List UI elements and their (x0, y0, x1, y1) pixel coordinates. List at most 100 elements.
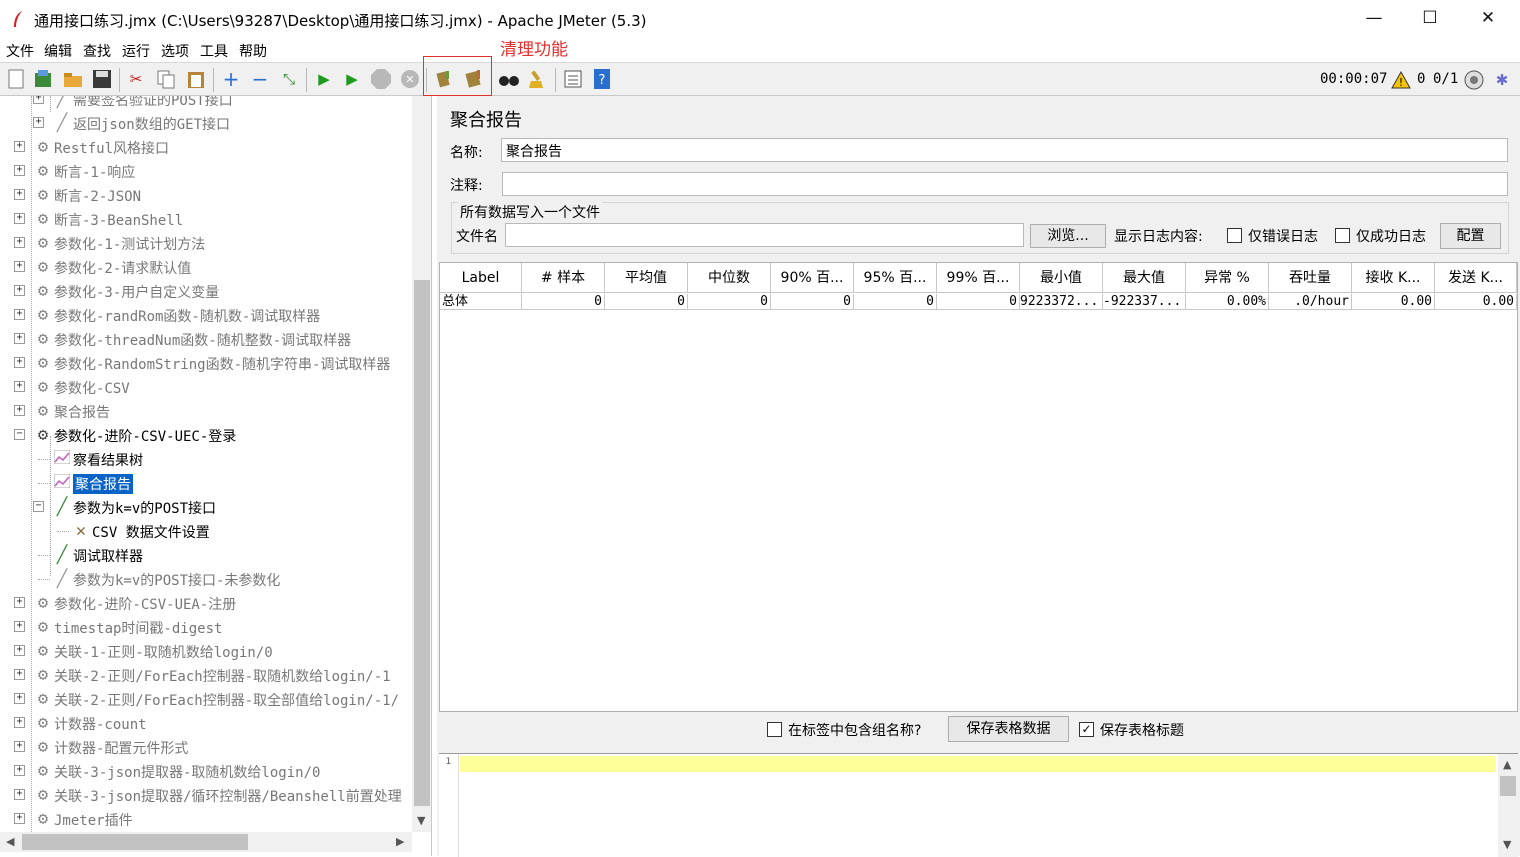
log-viewer-icon[interactable]: ✱ (1491, 69, 1513, 91)
collapse-node-icon[interactable]: − (14, 429, 25, 440)
menu-search[interactable]: 查找 (83, 41, 111, 61)
column-header[interactable]: # 样本 (522, 263, 605, 293)
tree-node[interactable]: + ⚙ 参数化-3-用户自定义变量 (0, 280, 412, 302)
menu-options[interactable]: 选项 (161, 41, 189, 61)
tree-node[interactable]: ✕ CSV 数据文件设置 (0, 520, 412, 542)
current-line-highlight[interactable] (460, 756, 1496, 772)
tree-node[interactable]: + ╱ 需要签名验证的POST接口 (0, 96, 412, 110)
save-icon[interactable] (91, 68, 113, 90)
include-group-checkbox[interactable] (767, 722, 782, 737)
shutdown-icon[interactable]: ✕ (399, 68, 421, 90)
expand-node-icon[interactable]: + (33, 96, 44, 104)
save-header-checkbox[interactable]: ✓ (1079, 722, 1094, 737)
search-icon[interactable] (498, 68, 520, 90)
tree-node[interactable]: + ⚙ 参数化-进阶-CSV-UEA-注册 (0, 592, 412, 614)
column-header[interactable]: 吞吐量 (1269, 263, 1352, 293)
expand-node-icon[interactable]: + (14, 261, 25, 272)
tree-node[interactable]: + ⚙ 计数器-count (0, 712, 412, 734)
tree-hscroll-thumb[interactable] (22, 834, 248, 850)
new-icon[interactable] (5, 68, 27, 90)
expand-node-icon[interactable]: + (14, 405, 25, 416)
browse-button[interactable]: 浏览... (1030, 224, 1106, 248)
expand-node-icon[interactable]: + (14, 141, 25, 152)
column-header[interactable]: 90% 百... (771, 263, 854, 293)
tree-node[interactable]: + ⚙ Restful风格接口 (0, 136, 412, 158)
tree-node[interactable]: + ⚙ 关联-2-正则/ForEach控制器-取全部值给login/-1/ (0, 688, 412, 710)
help-icon[interactable]: ? (591, 68, 613, 90)
tree-node[interactable]: + ⚙ 断言-3-BeanShell (0, 208, 412, 230)
expand-node-icon[interactable]: + (14, 597, 25, 608)
menu-edit[interactable]: 编辑 (44, 41, 72, 61)
tree-node[interactable]: − ╱ 参数为k=v的POST接口 (0, 496, 412, 518)
tree-scroll-thumb[interactable] (414, 280, 430, 806)
tree-node[interactable]: + ⚙ 关联-3-json提取器-取随机数给login/0 (0, 760, 412, 782)
column-header[interactable]: 99% 百... (937, 263, 1020, 293)
column-header[interactable]: 中位数 (688, 263, 771, 293)
tree-node[interactable]: + ⚙ 聚合报告 (0, 400, 412, 422)
tree-node[interactable]: + ⚙ 参数化-randRom函数-随机数-调试取样器 (0, 304, 412, 326)
tree-node[interactable]: 聚合报告 (0, 472, 412, 494)
expand-node-icon[interactable]: + (14, 189, 25, 200)
expand-node-icon[interactable]: + (14, 741, 25, 752)
stop-icon[interactable] (370, 68, 392, 90)
expand-node-icon[interactable]: + (14, 357, 25, 368)
templates-icon[interactable] (32, 68, 54, 90)
reset-search-icon[interactable] (527, 68, 549, 90)
tree-node[interactable]: ╱ 参数为k=v的POST接口-未参数化 (0, 568, 412, 590)
expand-node-icon[interactable]: + (14, 789, 25, 800)
tree-node[interactable]: + ⚙ 计数器-配置元件形式 (0, 736, 412, 758)
tree-node[interactable]: + ⚙ Jmeter插件 (0, 808, 412, 830)
configure-button[interactable]: 配置 (1440, 223, 1501, 249)
cut-icon[interactable]: ✂ (125, 68, 147, 90)
column-header[interactable]: 异常 % (1186, 263, 1269, 293)
column-header[interactable]: 平均值 (605, 263, 688, 293)
minimize-button[interactable]: — (1345, 0, 1403, 38)
expand-node-icon[interactable]: + (14, 765, 25, 776)
success-only-checkbox[interactable] (1335, 228, 1350, 243)
column-header[interactable]: 最大值 (1103, 263, 1186, 293)
comment-field[interactable] (502, 172, 1508, 196)
column-header[interactable]: 最小值 (1020, 263, 1103, 293)
collapse-icon[interactable]: − (249, 67, 271, 91)
name-field[interactable]: 聚合报告 (501, 138, 1508, 162)
warning-icon[interactable]: ! (1390, 69, 1412, 91)
start-no-pause-icon[interactable]: ▶ (341, 68, 363, 90)
copy-icon[interactable] (155, 68, 177, 90)
expand-node-icon[interactable]: + (14, 669, 25, 680)
open-icon[interactable] (62, 68, 84, 90)
tree-node[interactable]: + ╱ 返回json数组的GET接口 (0, 112, 412, 134)
tree-node[interactable]: + ⚙ 关联-3-json提取器/循环控制器/Beanshell前置处理 (0, 784, 412, 806)
tree-node[interactable]: + ⚙ 参数化-2-请求默认值 (0, 256, 412, 278)
close-button[interactable]: ✕ (1459, 0, 1517, 38)
expand-node-icon[interactable]: + (14, 717, 25, 728)
expand-node-icon[interactable]: + (14, 165, 25, 176)
expand-node-icon[interactable]: + (14, 813, 25, 824)
menu-run[interactable]: 运行 (122, 41, 150, 61)
expand-node-icon[interactable]: + (14, 381, 25, 392)
tree-node[interactable]: + ⚙ timestap时间戳-digest (0, 616, 412, 638)
column-header[interactable]: Label (440, 263, 522, 293)
tree-node[interactable]: + ⚙ 断言-2-JSON (0, 184, 412, 206)
expand-node-icon[interactable]: + (14, 237, 25, 248)
function-helper-icon[interactable] (562, 68, 584, 90)
tree-horizontal-scrollbar[interactable]: ◀ ▶ (0, 832, 412, 852)
editor-scrollbar[interactable]: ▲ ▼ (1498, 754, 1518, 857)
tree-node[interactable]: + ⚙ 参数化-CSV (0, 376, 412, 398)
tree-node[interactable]: − ⚙ 参数化-进阶-CSV-UEC-登录 (0, 424, 412, 446)
errors-only-checkbox[interactable] (1227, 228, 1242, 243)
column-header[interactable]: 接收 K... (1352, 263, 1435, 293)
expand-node-icon[interactable]: + (14, 645, 25, 656)
tree-vertical-scrollbar[interactable]: ▼ (412, 96, 431, 832)
expand-node-icon[interactable]: + (33, 117, 44, 128)
tree-node[interactable]: ╱ 调试取样器 (0, 544, 412, 566)
file-name-field[interactable] (505, 223, 1024, 247)
expand-node-icon[interactable]: + (14, 693, 25, 704)
tree-node[interactable]: 察看结果树 (0, 448, 412, 470)
expand-node-icon[interactable]: + (14, 309, 25, 320)
tree-node[interactable]: + ⚙ 关联-1-正则-取随机数给login/0 (0, 640, 412, 662)
save-table-button[interactable]: 保存表格数据 (948, 716, 1069, 742)
log-editor[interactable]: 1 ▲ ▼ (439, 753, 1518, 857)
expand-node-icon[interactable]: + (14, 333, 25, 344)
tree-node[interactable]: + ⚙ 断言-1-响应 (0, 160, 412, 182)
tree-node[interactable]: + ⚙ 参数化-threadNum函数-随机整数-调试取样器 (0, 328, 412, 350)
